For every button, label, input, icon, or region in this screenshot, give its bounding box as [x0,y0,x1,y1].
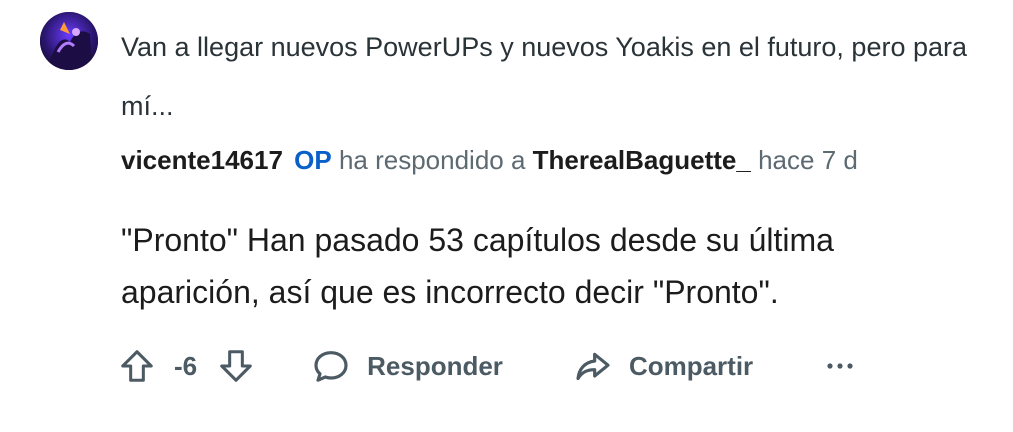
comment-body: "Pronto" Han pasado 53 capítulos desde s… [121,222,834,310]
comment-icon [311,346,351,386]
avatar[interactable] [40,12,98,70]
more-icon [827,363,853,369]
author-link[interactable]: vicente14617 [121,145,283,175]
more-options-button[interactable] [825,361,855,371]
share-label: Compartir [628,350,754,381]
reply-label: Responder [367,350,503,381]
timestamp[interactable]: hace 7 d [758,145,858,175]
reply-target-link[interactable]: TherealBaguette_ [533,145,751,175]
vote-score: -6 [174,350,198,381]
share-button[interactable]: Compartir [573,346,753,386]
share-icon [573,346,613,386]
reply-prefix: ha respondido a [338,145,526,175]
downvote-icon [220,350,252,382]
parent-comment-text: Van a llegar nuevos PowerUPs y nuevos Yo… [121,32,968,121]
action-bar: -6 Responder Compartir [118,344,855,388]
upvote-button[interactable] [118,347,156,385]
upvote-icon [121,350,153,382]
downvote-button[interactable] [217,347,255,385]
reply-button[interactable]: Responder [311,346,503,386]
avatar-image [40,12,98,70]
op-badge: OP [294,145,332,175]
reply-meta: vicente14617 OP ha respondido a TherealB… [121,142,858,178]
